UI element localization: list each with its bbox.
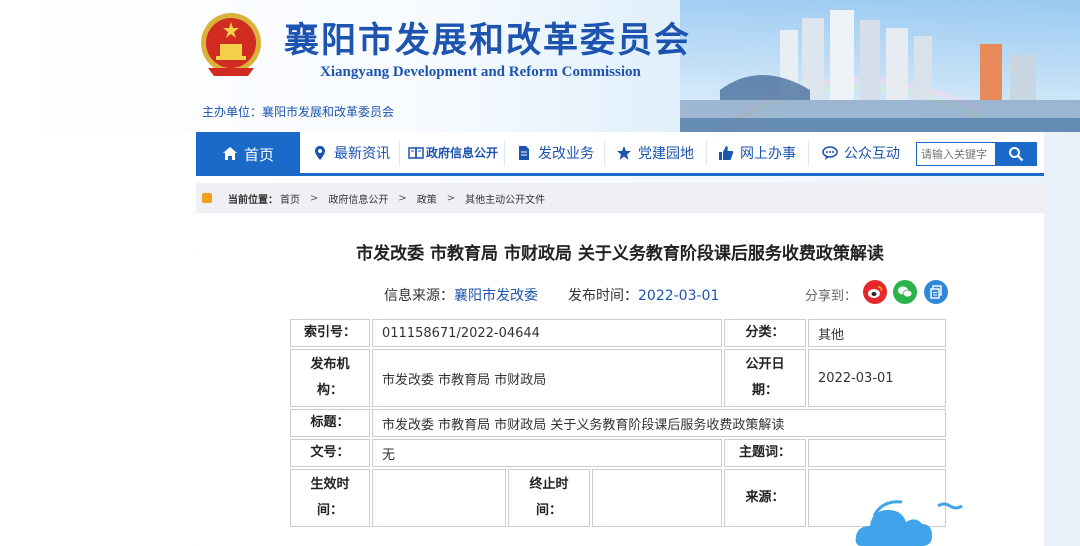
nav-item-label: 网上办事 (740, 145, 796, 162)
effective-label-line2: 间： (316, 503, 343, 518)
home-icon (222, 147, 237, 160)
nav-item-party[interactable]: 党建园地 (616, 132, 694, 173)
share-wechat-button[interactable] (893, 280, 917, 304)
nav-item-business[interactable]: 发改业务 (516, 132, 594, 173)
doc-number-label: 文号： (290, 439, 370, 467)
copy-icon (930, 285, 942, 299)
nav-item-label: 公众互动 (844, 145, 900, 162)
category-label: 分类： (724, 319, 806, 347)
document-icon (519, 145, 529, 160)
publish-date-value: 2022-03-01 (808, 349, 946, 407)
doc-number-value: 无 (372, 439, 722, 467)
share-label: 分享到： (805, 289, 858, 304)
table-row: 标题： 市发改委 市教育局 市财政局 关于义务教育阶段课后服务收费政策解读 (290, 409, 946, 437)
article-date-label: 发布时间： (568, 288, 638, 304)
search-input[interactable] (916, 142, 996, 166)
expire-label-line1: 终止时 (529, 477, 569, 492)
star-icon (617, 145, 631, 160)
expire-time-value (592, 469, 722, 527)
nav-divider (706, 140, 707, 166)
nav-divider (399, 140, 400, 166)
city-skyline-banner (680, 0, 1080, 132)
article-title: 市发改委 市教育局 市财政局 关于义务教育阶段课后服务收费政策解读 (356, 244, 884, 264)
breadcrumb-separator: > (446, 192, 456, 204)
article-source-label: 信息来源： (384, 288, 454, 304)
breadcrumb-link-policy[interactable]: 政策 (417, 191, 437, 206)
index-value: 011158671/2022-04644 (372, 319, 722, 347)
expire-time-label: 终止时间： (508, 469, 590, 527)
source-label: 来源： (724, 469, 806, 527)
nav-divider (604, 140, 605, 166)
nav-home-label: 首页 (243, 145, 274, 164)
nav-item-label: 最新资讯 (334, 145, 390, 162)
subject-label: 主题词： (724, 439, 806, 467)
info-table: 索引号： 011158671/2022-04644 分类： 其他 发布机构： 市… (288, 317, 948, 529)
breadcrumb-separator: > (398, 192, 407, 204)
wechat-icon (898, 286, 913, 298)
issuer-label-line1: 发布机 (310, 357, 350, 372)
effective-time-value (372, 469, 506, 527)
expire-label-line2: 间： (535, 503, 562, 518)
weibo-icon (868, 286, 883, 298)
article-date: 发布时间：2022-03-01 (568, 285, 719, 305)
effective-time-label: 生效时间： (290, 469, 370, 527)
info-public-icon (408, 146, 424, 159)
nav-item-label: 政府信息公开 (426, 146, 499, 160)
location-pin-icon (315, 145, 325, 160)
publish-date-label-line2: 期： (751, 383, 778, 398)
cloud-icon[interactable] (852, 492, 964, 546)
article-source-value: 襄阳市发改委 (454, 288, 538, 304)
table-row: 发布机构： 市发改委 市教育局 市财政局 公开日期： 2022-03-01 (290, 349, 946, 407)
index-label: 索引号： (290, 319, 370, 347)
share-copy-button[interactable] (924, 280, 948, 304)
nav-item-info-public[interactable]: 政府信息公开 (408, 132, 498, 173)
sponsor-text: 主办单位：襄阳市发展和改革委员会 (202, 105, 395, 119)
nav-divider (504, 140, 505, 166)
main-nav: 首页 最新资讯 政府信息公开 发改业务 党建园地 网上办事 公众互动 请输入关键… (196, 132, 1044, 176)
issuer-label-line2: 构： (316, 383, 343, 398)
table-row: 索引号： 011158671/2022-04644 分类： 其他 (290, 319, 946, 347)
breadcrumb-separator: > (310, 192, 319, 204)
category-value: 其他 (808, 319, 946, 347)
nav-item-news[interactable]: 最新资讯 (312, 132, 390, 173)
issuer-value: 市发改委 市教育局 市财政局 (372, 349, 722, 407)
breadcrumb-link-home[interactable]: 首页 (280, 191, 300, 206)
nav-item-label: 发改业务 (538, 145, 594, 162)
article-date-value: 2022-03-01 (638, 288, 720, 304)
search-icon (1009, 147, 1024, 162)
effective-label-line1: 生效时 (310, 477, 350, 492)
nav-home[interactable]: 首页 (196, 132, 300, 176)
title-label: 标题： (290, 409, 370, 437)
title-value: 市发改委 市教育局 市财政局 关于义务教育阶段课后服务收费政策解读 (372, 409, 946, 437)
site-title: 襄阳市发展和改革委员会 (284, 20, 692, 61)
breadcrumb-label: 当前位置： (228, 194, 278, 206)
breadcrumb-link-other-files[interactable]: 其他主动公开文件 (465, 191, 545, 206)
nav-item-interaction[interactable]: 公众互动 (822, 132, 900, 173)
nav-item-label: 党建园地 (638, 145, 694, 162)
issuer-label: 发布机构： (290, 349, 370, 407)
table-row: 生效时间： 终止时间： 来源： (290, 469, 946, 527)
chat-icon (822, 145, 838, 160)
site-header: 襄阳市发展和改革委员会 Xiangyang Development and Re… (0, 0, 1080, 132)
site-subtitle: Xiangyang Development and Reform Commiss… (320, 64, 641, 80)
publish-date-label-line1: 公开日 (745, 357, 785, 372)
thumbs-up-icon (719, 145, 734, 160)
breadcrumb-icon (202, 193, 212, 203)
search-button[interactable] (995, 142, 1037, 166)
nav-divider (808, 140, 809, 166)
nav-item-online-service[interactable]: 网上办事 (718, 132, 796, 173)
publish-date-label: 公开日期： (724, 349, 806, 407)
breadcrumb: 当前位置： 首页 > 政府信息公开 > 政策 > 其他主动公开文件 (196, 183, 1044, 213)
subject-value (808, 439, 946, 467)
share-weibo-button[interactable] (863, 280, 887, 304)
article-source: 信息来源：襄阳市发改委 (384, 285, 538, 305)
emblem-icon (201, 13, 261, 76)
breadcrumb-link-info-public[interactable]: 政府信息公开 (328, 191, 388, 206)
table-row: 文号： 无 主题词： (290, 439, 946, 467)
